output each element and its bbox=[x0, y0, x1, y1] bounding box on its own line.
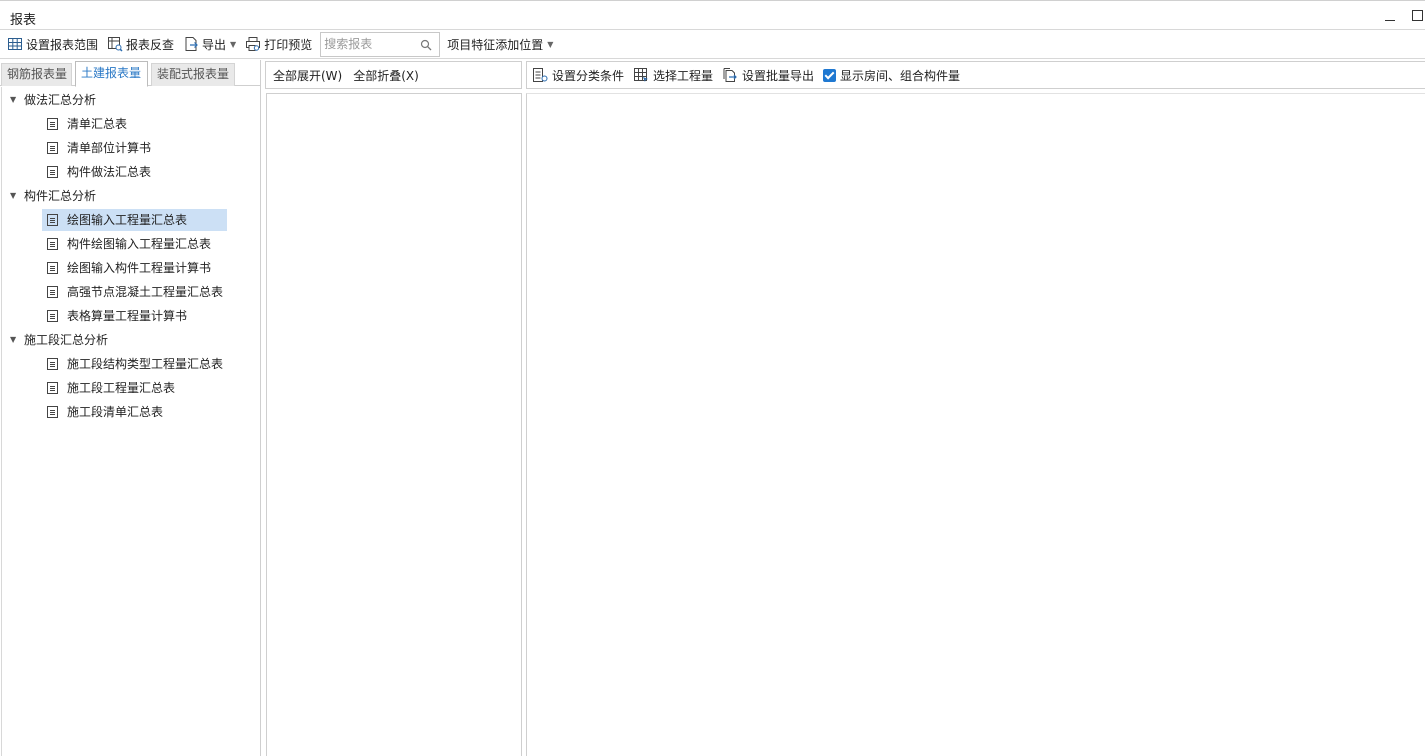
export-icon bbox=[185, 37, 198, 51]
report-view-toolbar: 设置分类条件 选择工程量 设置批量导出 显示房间、组合构件量 bbox=[526, 61, 1425, 89]
expand-arrow-icon[interactable]: ▼ bbox=[10, 329, 20, 351]
print-preview-label: 打印预览 bbox=[264, 37, 313, 52]
tab-rebar-report[interactable]: 钢筋报表量 bbox=[1, 63, 72, 86]
report-search-input[interactable] bbox=[321, 32, 418, 56]
tree-group-component[interactable]: ▼ 构件汇总分析 bbox=[10, 185, 96, 207]
feature-position-label: 项目特征添加位置 bbox=[447, 37, 544, 52]
classification-panel: 全部展开(W) 全部折叠(X) bbox=[265, 60, 522, 756]
tree-item[interactable]: 构件绘图输入工程量汇总表 bbox=[42, 233, 215, 255]
grid-settings-icon bbox=[8, 38, 22, 50]
feature-position-dropdown[interactable]: 项目特征添加位置 ▼ bbox=[444, 33, 556, 55]
collapse-all-button[interactable]: 全部折叠(X) bbox=[353, 67, 419, 84]
tree-group-construction-section[interactable]: ▼ 施工段汇总分析 bbox=[10, 329, 108, 351]
tab-prefab-report[interactable]: 装配式报表量 bbox=[151, 63, 235, 86]
print-preview-button[interactable]: 打印预览 bbox=[242, 33, 315, 55]
batch-export-label: 设置批量导出 bbox=[742, 68, 815, 83]
export-label: 导出 bbox=[202, 37, 227, 52]
document-icon bbox=[47, 310, 58, 322]
tree-item[interactable]: 清单汇总表 bbox=[42, 113, 131, 135]
set-classification-button[interactable]: 设置分类条件 bbox=[532, 67, 624, 84]
maximize-icon[interactable] bbox=[1411, 8, 1425, 22]
document-icon bbox=[47, 262, 58, 274]
window-title: 报表 bbox=[10, 13, 37, 28]
tree-item[interactable]: 清单部位计算书 bbox=[42, 137, 155, 159]
batch-export-icon bbox=[723, 68, 737, 82]
print-preview-icon bbox=[246, 37, 261, 51]
export-dropdown-button[interactable]: 导出 ▼ bbox=[180, 33, 239, 55]
document-icon bbox=[47, 406, 58, 418]
expand-arrow-icon[interactable]: ▼ bbox=[10, 185, 20, 207]
document-icon bbox=[47, 286, 58, 298]
search-icon[interactable] bbox=[420, 39, 432, 51]
select-quantity-button[interactable]: 选择工程量 bbox=[633, 67, 713, 84]
report-review-button[interactable]: 报表反查 bbox=[104, 33, 177, 55]
tree-item-selected[interactable]: 绘图输入工程量汇总表 bbox=[42, 209, 227, 231]
tree-item[interactable]: 施工段清单汇总表 bbox=[42, 401, 167, 423]
classification-toolbar: 全部展开(W) 全部折叠(X) bbox=[265, 61, 522, 89]
show-room-checkbox[interactable]: 显示房间、组合构件量 bbox=[823, 67, 960, 84]
batch-export-button[interactable]: 设置批量导出 bbox=[722, 67, 814, 84]
tree-item[interactable]: 构件做法汇总表 bbox=[42, 161, 155, 183]
checkbox-checked-icon[interactable] bbox=[823, 68, 837, 82]
set-classification-label: 设置分类条件 bbox=[552, 68, 625, 83]
set-report-range-button[interactable]: 设置报表范围 bbox=[4, 33, 101, 55]
report-search-box bbox=[320, 31, 441, 57]
report-tree: ▼ 做法汇总分析 清单汇总表 清单部位计算书 构件做法汇总表 ▼ 构件汇总分析 绘图… bbox=[1, 87, 259, 756]
table-search-icon bbox=[108, 37, 123, 52]
chevron-down-icon: ▼ bbox=[547, 39, 554, 49]
table-select-icon bbox=[634, 68, 649, 82]
report-view-panel: 设置分类条件 选择工程量 设置批量导出 显示房间、组合构件量 bbox=[526, 60, 1425, 756]
classification-tree-area[interactable] bbox=[266, 93, 522, 756]
report-content-area[interactable] bbox=[526, 93, 1425, 756]
report-type-tabs: 钢筋报表量 装配式报表量 土建报表量 bbox=[0, 60, 261, 87]
document-icon bbox=[47, 358, 58, 370]
main-toolbar: 设置报表范围 报表反查 导出 ▼ 打印预览 搜索报表 项目特征添加位置 ▼ bbox=[0, 30, 1425, 59]
show-room-label: 显示房间、组合构件量 bbox=[840, 68, 961, 83]
select-quantity-label: 选择工程量 bbox=[653, 68, 714, 83]
chevron-down-icon: ▼ bbox=[230, 39, 237, 49]
document-icon bbox=[47, 382, 58, 394]
tree-item[interactable]: 施工段结构类型工程量汇总表 bbox=[42, 353, 227, 375]
document-icon bbox=[47, 142, 58, 154]
tree-item[interactable]: 绘图输入构件工程量计算书 bbox=[42, 257, 215, 279]
tree-item[interactable]: 表格算量工程量计算书 bbox=[42, 305, 191, 327]
report-review-label: 报表反查 bbox=[126, 37, 175, 52]
tree-item[interactable]: 施工段工程量汇总表 bbox=[42, 377, 179, 399]
document-icon bbox=[47, 238, 58, 250]
expand-arrow-icon[interactable]: ▼ bbox=[10, 89, 20, 111]
window-titlebar: 报表 bbox=[0, 0, 1425, 30]
document-icon bbox=[47, 214, 58, 226]
tab-civil-report[interactable]: 土建报表量 bbox=[75, 61, 148, 87]
set-report-range-label: 设置报表范围 bbox=[26, 37, 99, 52]
tree-group-practice[interactable]: ▼ 做法汇总分析 bbox=[10, 89, 96, 111]
tree-item[interactable]: 高强节点混凝土工程量汇总表 bbox=[42, 281, 227, 303]
document-icon bbox=[47, 118, 58, 130]
report-tree-panel: 钢筋报表量 装配式报表量 土建报表量 ▼ 做法汇总分析 清单汇总表 清单部位计算书… bbox=[0, 60, 261, 756]
classification-settings-icon bbox=[533, 68, 548, 82]
expand-all-button[interactable]: 全部展开(W) bbox=[273, 67, 342, 84]
document-icon bbox=[47, 166, 58, 178]
minimize-icon[interactable] bbox=[1383, 8, 1397, 22]
